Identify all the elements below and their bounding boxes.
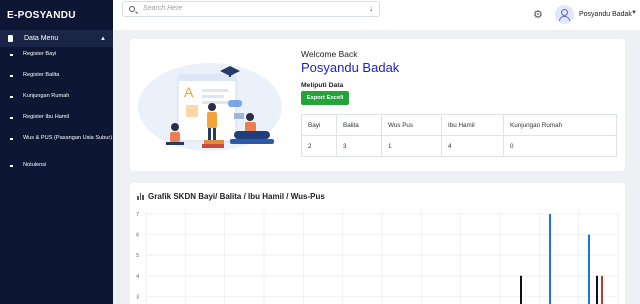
sidebar-item-label: Notulensi	[23, 162, 47, 168]
table-header-row: Bayi Balita Wus Pus Ibu Hamil Kunjungan …	[301, 114, 617, 136]
bullet-icon	[10, 138, 13, 140]
table-cell: 3	[336, 135, 382, 157]
table-cell: 1	[381, 135, 442, 157]
sidebar-item-register-balita[interactable]: Register Balita	[0, 72, 113, 93]
sidebar-item-kunjungan-rumah[interactable]: Kunjungan Rumah	[0, 93, 113, 114]
bullet-icon	[10, 96, 13, 98]
y-tick-label: 3	[136, 294, 139, 300]
sidebar-item-label: Register Ibu Hamil	[23, 114, 70, 120]
data-menu-label: Data Menu	[24, 35, 59, 42]
skdn-chart: 7 6 5 4 3	[136, 211, 619, 304]
chart-bar[interactable]	[596, 275, 598, 304]
chevron-up-icon: ▲	[100, 35, 106, 42]
chart-bar[interactable]	[549, 214, 551, 304]
user-name[interactable]: Posyandu Badak	[579, 11, 632, 18]
welcome-greeting: Welcome Back	[301, 49, 358, 59]
sidebar: E-POSYANDU Data Menu ▲ Register Bayi Reg…	[0, 0, 113, 304]
bullet-icon	[10, 54, 13, 56]
y-tick-label: 5	[136, 253, 139, 259]
welcome-illustration: A	[138, 63, 282, 151]
sidebar-item-wus-pus[interactable]: Wus & PUS (Pasangan Usia Subur)	[0, 135, 113, 162]
welcome-subtitle: Meliputi Data	[301, 82, 344, 89]
app-title: E-POSYANDU	[7, 9, 76, 21]
search-icon	[129, 5, 135, 12]
sidebar-item-label: Register Balita	[23, 72, 60, 78]
column-header: Ibu Hamil	[441, 114, 504, 136]
welcome-card: A Welcome Back Posyandu Badak Meliputi D…	[130, 39, 625, 171]
chart-bar[interactable]	[601, 275, 603, 304]
bullet-icon	[10, 75, 13, 77]
sidebar-item-register-bayi[interactable]: Register Bayi	[0, 51, 113, 72]
search-input[interactable]: Search Here	[143, 5, 182, 12]
bullet-icon	[10, 165, 13, 167]
chart-card: Grafik SKDN Bayi/ Balita / Ibu Hamil / W…	[130, 183, 625, 304]
sidebar-menu: Register Bayi Register Balita Kunjungan …	[0, 51, 113, 183]
summary-table: Bayi Balita Wus Pus Ibu Hamil Kunjungan …	[301, 114, 617, 157]
welcome-name: Posyandu Badak	[301, 60, 400, 75]
chart-title: Grafik SKDN Bayi/ Balita / Ibu Hamil / W…	[148, 192, 325, 201]
table-cell: 0	[503, 135, 617, 157]
sidebar-item-register-ibu-hamil[interactable]: Register Ibu Hamil	[0, 114, 113, 135]
table-row: 2 3 1 4 0	[301, 135, 617, 157]
search-box[interactable]: Search Here ↓	[122, 1, 380, 17]
column-header: Wus Pus	[381, 114, 442, 136]
chart-bar[interactable]	[588, 234, 590, 304]
column-header: Bayi	[301, 114, 337, 136]
bullet-icon	[10, 117, 13, 119]
export-excel-button[interactable]: Export Excell	[301, 91, 349, 105]
bar-chart-icon	[137, 193, 144, 200]
table-cell: 4	[441, 135, 504, 157]
y-tick-label: 7	[136, 212, 139, 218]
y-tick-label: 4	[136, 274, 139, 280]
clipboard-icon	[8, 35, 13, 42]
y-tick-label: 6	[136, 233, 139, 239]
column-header: Kunjungan Rumah	[503, 114, 617, 136]
user-avatar-icon[interactable]	[555, 5, 574, 24]
table-cell: 2	[301, 135, 337, 157]
download-icon[interactable]: ↓	[369, 4, 373, 13]
sidebar-item-label: Kunjungan Rumah	[23, 93, 70, 99]
chevron-down-icon[interactable]: ▼	[631, 10, 637, 16]
column-header: Balita	[336, 114, 382, 136]
sidebar-item-label: Register Bayi	[23, 51, 57, 57]
sidebar-item-label: Wus & PUS (Pasangan Usia Subur)	[23, 135, 113, 141]
topbar: Search Here ↓ ⚙ Posyandu Badak ▼	[113, 0, 640, 30]
chart-bar[interactable]	[520, 275, 522, 304]
gear-icon[interactable]: ⚙	[533, 8, 543, 21]
svg-text:A: A	[184, 84, 194, 100]
sidebar-item-notulensi[interactable]: Notulensi	[0, 162, 113, 183]
data-menu-toggle[interactable]: Data Menu ▲	[0, 30, 113, 47]
